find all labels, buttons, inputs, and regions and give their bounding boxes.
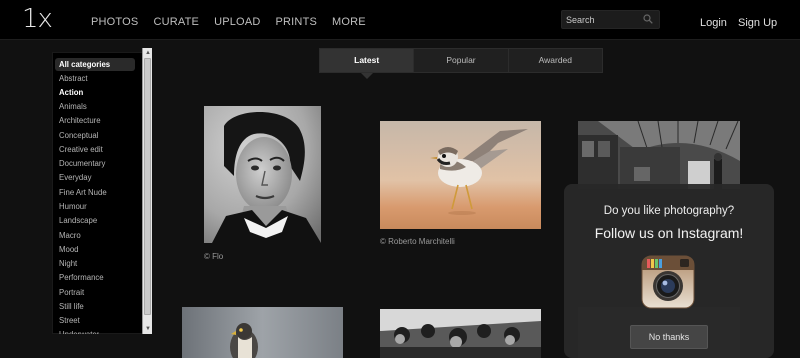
instagram-popup: Do you like photography? Follow us on In… <box>564 184 774 358</box>
photo-portrait[interactable] <box>204 106 321 243</box>
scrollbar-thumb[interactable] <box>144 58 151 315</box>
nav-prints[interactable]: PRINTS <box>276 16 318 28</box>
category-item[interactable]: Mood <box>59 245 79 254</box>
photo-credit[interactable]: © Flo <box>204 252 223 261</box>
photo-station[interactable] <box>578 121 740 189</box>
photo-falcon[interactable] <box>182 307 343 358</box>
category-scrollbar[interactable]: ▲ ▼ <box>142 48 152 334</box>
category-item[interactable]: Still life <box>59 302 84 311</box>
photo-credit[interactable]: © Roberto Marchitelli <box>380 237 455 246</box>
category-list: All categories Abstract Action Animals A… <box>52 52 152 334</box>
main-nav: PHOTOS CURATE UPLOAD PRINTS MORE <box>91 16 381 28</box>
search-box[interactable] <box>561 10 660 29</box>
category-item[interactable]: Creative edit <box>59 145 103 154</box>
category-item[interactable]: Architecture <box>59 116 101 125</box>
sort-tabs: Latest Popular Awarded <box>319 48 603 73</box>
scroll-down-icon[interactable]: ▼ <box>144 325 152 333</box>
site-logo[interactable]: 1x <box>22 4 53 34</box>
photo-bird[interactable] <box>380 121 541 229</box>
photo-crowd[interactable] <box>380 309 541 358</box>
category-item[interactable]: Animals <box>59 102 87 111</box>
category-item[interactable]: Conceptual <box>59 131 98 140</box>
nav-curate[interactable]: CURATE <box>153 16 199 28</box>
category-item[interactable]: Documentary <box>59 159 105 168</box>
category-item[interactable]: Action <box>59 88 83 97</box>
top-navigation-bar: 1x PHOTOS CURATE UPLOAD PRINTS MORE Logi… <box>0 0 800 40</box>
login-link[interactable]: Login <box>700 17 727 29</box>
nav-more[interactable]: MORE <box>332 16 366 28</box>
category-item[interactable]: Macro <box>59 231 81 240</box>
instagram-icon[interactable] <box>641 255 695 309</box>
tab-latest[interactable]: Latest <box>320 49 415 72</box>
category-item[interactable]: Underwater <box>59 330 99 334</box>
search-icon[interactable] <box>643 14 653 24</box>
category-item[interactable]: All categories <box>55 58 135 71</box>
category-item[interactable]: Night <box>59 259 77 268</box>
tab-popular[interactable]: Popular <box>414 49 509 72</box>
popup-question: Do you like photography? <box>603 205 735 217</box>
scroll-up-icon[interactable]: ▲ <box>144 49 152 57</box>
nav-photos[interactable]: PHOTOS <box>91 16 138 28</box>
nav-upload[interactable]: UPLOAD <box>214 16 260 28</box>
signup-link[interactable]: Sign Up <box>738 17 777 29</box>
category-item[interactable]: Street <box>59 316 80 325</box>
category-item[interactable]: Portrait <box>59 288 84 297</box>
no-thanks-button[interactable]: No thanks <box>630 325 708 349</box>
search-input[interactable] <box>566 13 636 26</box>
tab-awarded[interactable]: Awarded <box>509 49 602 72</box>
category-item[interactable]: Humour <box>59 202 87 211</box>
category-item[interactable]: Abstract <box>59 74 88 83</box>
category-item[interactable]: Fine Art Nude <box>59 188 107 197</box>
category-item[interactable]: Performance <box>59 273 104 282</box>
category-item[interactable]: Landscape <box>59 216 97 225</box>
popup-follow-text[interactable]: Follow us on Instagram! <box>564 225 774 241</box>
active-tab-caret <box>361 73 373 79</box>
category-item[interactable]: Everyday <box>59 173 92 182</box>
